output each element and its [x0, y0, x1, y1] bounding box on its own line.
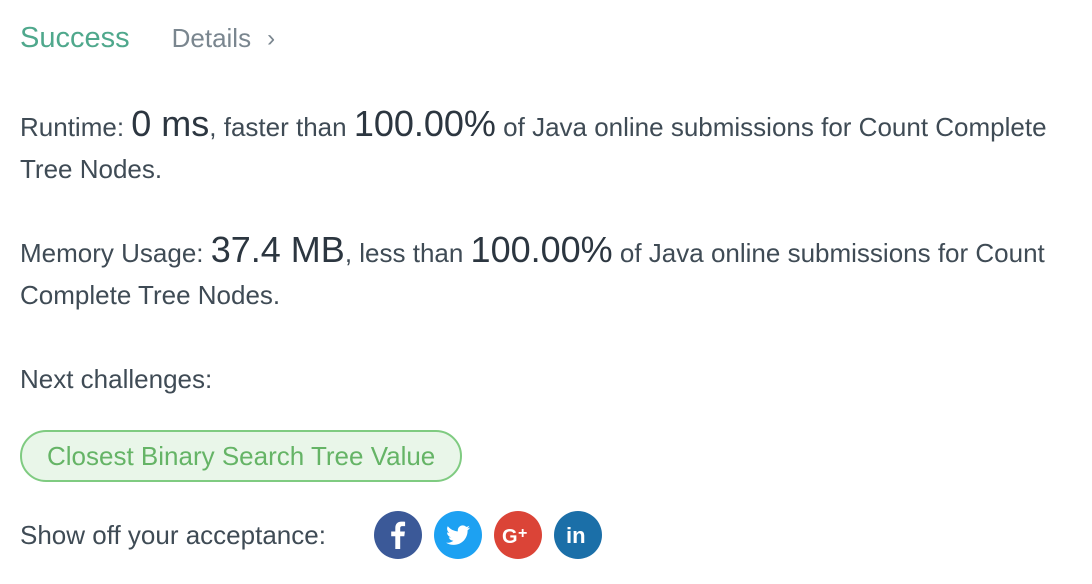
- memory-label: Memory Usage:: [20, 238, 211, 268]
- linkedin-icon[interactable]: in: [553, 511, 602, 559]
- runtime-comparison: , faster than: [209, 112, 354, 142]
- submission-result-panel: Success Details › Runtime: 0 ms, faster …: [0, 0, 1092, 584]
- svg-text:G: G: [502, 526, 518, 548]
- facebook-icon[interactable]: [373, 511, 422, 559]
- next-challenges-label: Next challenges:: [20, 364, 213, 394]
- chevron-right-icon: ›: [267, 24, 276, 52]
- twitter-icon[interactable]: [433, 511, 482, 559]
- runtime-stat: Runtime: 0 ms, faster than 100.00% of Ja…: [20, 103, 1060, 190]
- memory-stat: Memory Usage: 37.4 MB, less than 100.00%…: [20, 229, 1060, 316]
- memory-percent: 100.00%: [470, 229, 613, 270]
- svg-text:in: in: [566, 523, 586, 548]
- share-label: Show off your acceptance:: [20, 519, 326, 550]
- challenge-link[interactable]: Closest Binary Search Tree Value: [20, 430, 463, 482]
- result-header: Success Details ›: [20, 22, 275, 55]
- memory-value: 37.4 MB: [210, 229, 345, 270]
- runtime-label: Runtime:: [20, 112, 132, 142]
- memory-comparison: , less than: [344, 238, 471, 268]
- google-plus-icon[interactable]: G +: [493, 511, 542, 559]
- details-label: Details: [171, 23, 252, 53]
- details-link[interactable]: Details ›: [172, 23, 275, 54]
- status-label: Success: [20, 22, 130, 54]
- runtime-value: 0 ms: [131, 103, 210, 144]
- svg-text:+: +: [518, 525, 527, 542]
- share-row: Show off your acceptance: G + in: [20, 511, 614, 559]
- runtime-percent: 100.00%: [353, 103, 496, 144]
